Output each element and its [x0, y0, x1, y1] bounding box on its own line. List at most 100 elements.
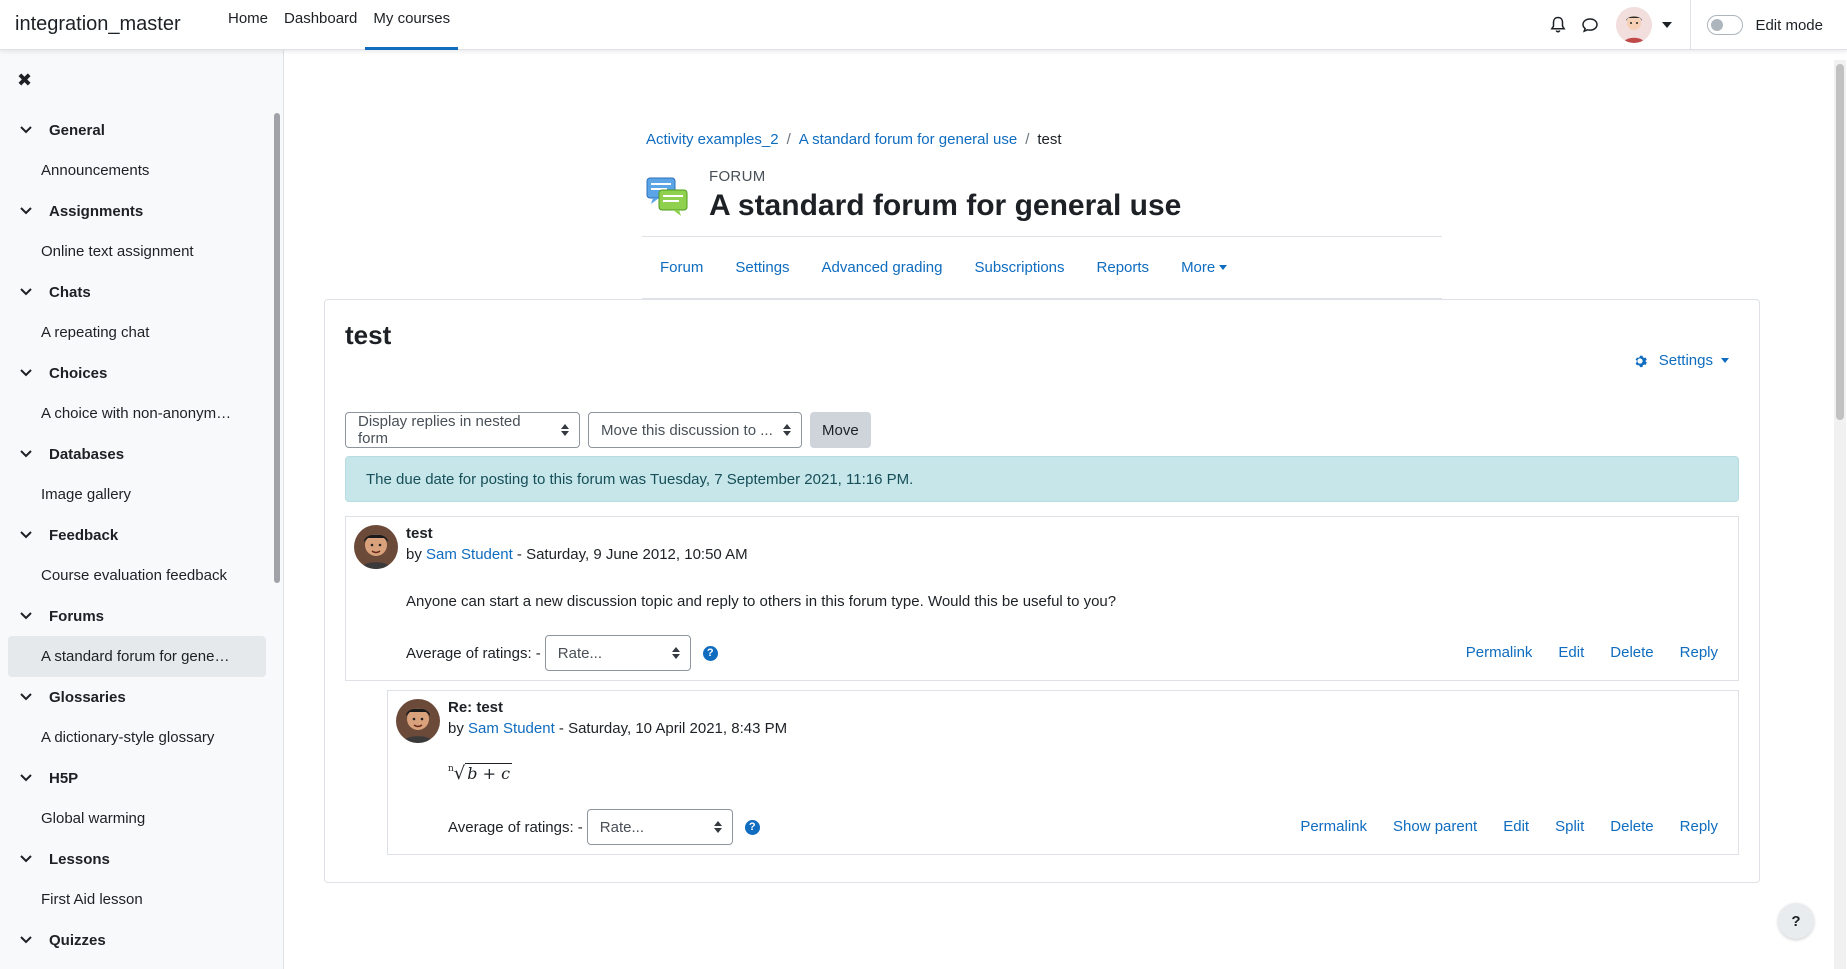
move-button[interactable]: Move: [810, 412, 871, 448]
split-link[interactable]: Split: [1555, 818, 1584, 835]
course-section-title[interactable]: Choices: [49, 365, 107, 382]
course-section-title[interactable]: Quizzes: [49, 932, 106, 949]
radicand: b + c: [465, 763, 513, 783]
author-link[interactable]: Sam Student: [468, 720, 555, 737]
permalink-link[interactable]: Permalink: [1466, 644, 1533, 661]
rate-select[interactable]: Rate...: [586, 809, 733, 845]
permalink-link[interactable]: Permalink: [1300, 818, 1367, 835]
chevron-down-icon[interactable]: [20, 612, 40, 620]
course-section-title[interactable]: H5P: [49, 770, 78, 787]
help-icon[interactable]: ?: [702, 645, 718, 661]
nav-my-courses[interactable]: My courses: [365, 0, 459, 50]
course-section-general[interactable]: General: [8, 110, 266, 150]
course-index-item[interactable]: A standard forum for gene…: [8, 636, 266, 677]
edit-link[interactable]: Edit: [1503, 818, 1529, 835]
course-section-databases[interactable]: Databases: [8, 434, 266, 474]
course-section-lessons[interactable]: Lessons: [8, 839, 266, 879]
course-section-choices[interactable]: Choices: [8, 353, 266, 393]
reply-link[interactable]: Reply: [1680, 644, 1718, 661]
close-drawer-icon[interactable]: ✖: [17, 70, 32, 91]
course-index-item[interactable]: First Aid lesson: [8, 879, 266, 920]
help-icon[interactable]: ?: [744, 819, 760, 835]
author-avatar[interactable]: [396, 699, 440, 743]
course-index-item[interactable]: Announcements: [8, 150, 266, 191]
select-arrows-icon: [561, 424, 569, 436]
course-section-title[interactable]: Feedback: [49, 527, 118, 544]
course-section-glossaries[interactable]: Glossaries: [8, 677, 266, 717]
course-section-title[interactable]: Databases: [49, 446, 124, 463]
reply-link[interactable]: Reply: [1680, 818, 1718, 835]
course-index-item[interactable]: Image gallery: [8, 474, 266, 515]
tab-more[interactable]: More: [1165, 259, 1243, 276]
tab-forum[interactable]: Forum: [644, 259, 719, 276]
chevron-down-icon[interactable]: [20, 936, 40, 944]
course-section-title[interactable]: General: [49, 122, 105, 139]
user-menu[interactable]: [1616, 7, 1673, 43]
course-section-assignments[interactable]: Assignments: [8, 191, 266, 231]
course-section-forums[interactable]: Forums: [8, 596, 266, 636]
chevron-down-icon[interactable]: [20, 774, 40, 782]
select-arrows-icon: [783, 424, 791, 436]
chevron-down-icon[interactable]: [20, 207, 40, 215]
chevron-down-icon[interactable]: [20, 450, 40, 458]
breadcrumb-course[interactable]: Activity examples_2: [646, 131, 779, 148]
nav-dashboard[interactable]: Dashboard: [276, 0, 365, 50]
course-section-title[interactable]: Lessons: [49, 851, 110, 868]
course-section-quizzes[interactable]: Quizzes: [8, 920, 266, 960]
course-section-h5p[interactable]: H5P: [8, 758, 266, 798]
module-type-label: FORUM: [709, 168, 766, 185]
page-header: FORUM A standard forum for general use: [645, 168, 1181, 223]
discussion-settings-menu[interactable]: Settings: [1633, 352, 1729, 369]
tab-settings[interactable]: Settings: [719, 259, 805, 276]
drawer-scrollbar[interactable]: [274, 113, 280, 583]
course-section-chats[interactable]: Chats: [8, 272, 266, 312]
chevron-down-icon[interactable]: [20, 531, 40, 539]
chevron-down-icon[interactable]: [20, 369, 40, 377]
byline-prefix: by: [448, 720, 469, 737]
author-link[interactable]: Sam Student: [426, 546, 513, 563]
course-index-item[interactable]: A choice with non-anonym…: [8, 393, 266, 434]
chevron-down-icon[interactable]: [20, 288, 40, 296]
chevron-down-icon[interactable]: [20, 855, 40, 863]
edit-mode-toggle[interactable]: Edit mode: [1691, 15, 1847, 35]
edit-mode-switch[interactable]: [1707, 15, 1744, 35]
course-index-item[interactable]: Course evaluation feedback: [8, 555, 266, 596]
show-parent-link[interactable]: Show parent: [1393, 818, 1477, 835]
tab-reports[interactable]: Reports: [1081, 259, 1166, 276]
breadcrumb-forum[interactable]: A standard forum for general use: [799, 131, 1017, 148]
course-index-item[interactable]: A dictionary-style glossary: [8, 717, 266, 758]
author-avatar[interactable]: [354, 525, 398, 569]
chevron-down-icon[interactable]: [20, 126, 40, 134]
post-subject: test: [406, 525, 433, 542]
delete-link[interactable]: Delete: [1610, 644, 1653, 661]
page-scrollbar[interactable]: [1834, 60, 1846, 969]
move-discussion-select[interactable]: Move this discussion to ...: [588, 412, 802, 448]
course-index-item[interactable]: A repeating chat: [8, 312, 266, 353]
forum-post: test by Sam Student - Saturday, 9 June 2…: [345, 516, 1739, 681]
move-discussion-value: Move this discussion to ...: [601, 421, 773, 439]
rate-select-value: Rate...: [557, 644, 602, 662]
delete-link[interactable]: Delete: [1610, 818, 1653, 835]
chevron-down-icon[interactable]: [20, 693, 40, 701]
notifications-bell-icon[interactable]: [1542, 0, 1574, 50]
display-mode-select[interactable]: Display replies in nested form: [345, 412, 580, 448]
edit-mode-label: Edit mode: [1755, 16, 1823, 34]
rate-select[interactable]: Rate...: [544, 635, 691, 671]
course-index-item[interactable]: Global warming: [8, 798, 266, 839]
tab-advanced-grading[interactable]: Advanced grading: [806, 259, 959, 276]
nav-home[interactable]: Home: [220, 0, 276, 50]
edit-link[interactable]: Edit: [1558, 644, 1584, 661]
discussion-title: test: [345, 320, 392, 350]
messages-chat-icon[interactable]: [1574, 0, 1606, 50]
site-name[interactable]: integration_master: [15, 13, 205, 36]
course-section-feedback[interactable]: Feedback: [8, 515, 266, 555]
course-section-title[interactable]: Forums: [49, 608, 104, 625]
tab-subscriptions[interactable]: Subscriptions: [958, 259, 1080, 276]
help-button[interactable]: ?: [1778, 903, 1814, 939]
course-section-title[interactable]: Chats: [49, 284, 91, 301]
post-subject: Re: test: [448, 699, 504, 716]
post-actions: Permalink Edit Delete Reply: [1466, 644, 1718, 661]
course-section-title[interactable]: Glossaries: [49, 689, 126, 706]
course-index-item[interactable]: Online text assignment: [8, 231, 266, 272]
course-section-title[interactable]: Assignments: [49, 203, 143, 220]
